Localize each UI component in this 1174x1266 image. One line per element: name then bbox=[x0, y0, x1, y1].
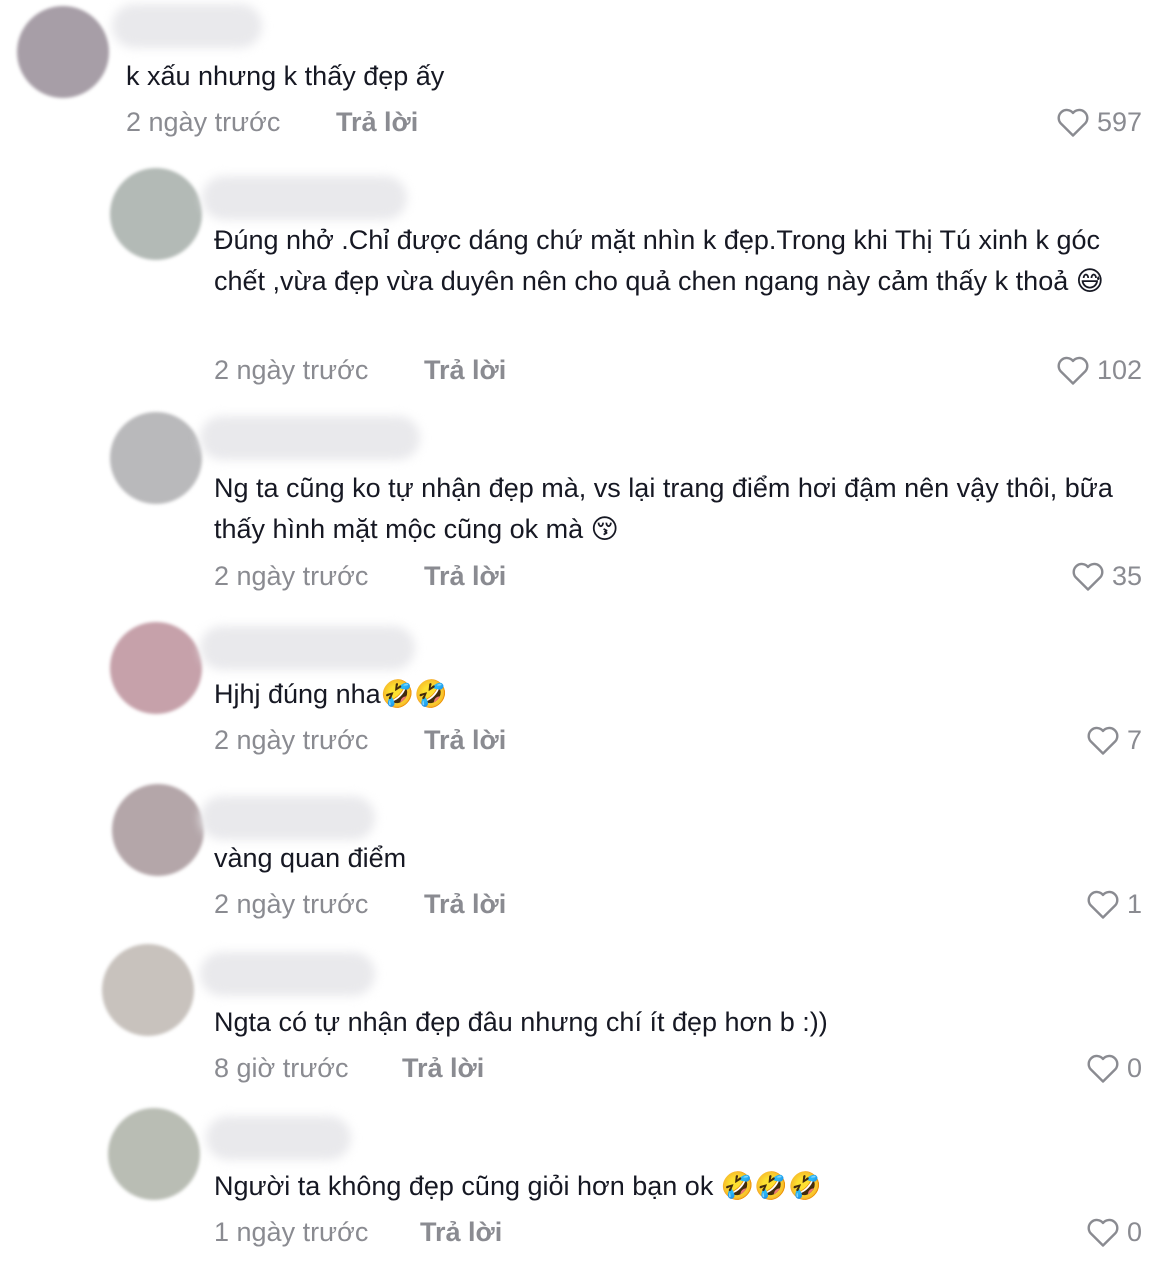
comment-time: 2 ngày trước bbox=[214, 355, 369, 385]
avatar[interactable] bbox=[110, 168, 202, 260]
avatar[interactable] bbox=[102, 944, 194, 1036]
avatar[interactable] bbox=[112, 784, 204, 876]
avatar[interactable] bbox=[110, 622, 202, 714]
reply-button[interactable]: Trả lời bbox=[424, 354, 506, 386]
like-button[interactable]: 0 bbox=[1086, 1050, 1142, 1086]
like-button[interactable]: 35 bbox=[1071, 558, 1142, 594]
like-count: 7 bbox=[1126, 724, 1142, 755]
comment-text: Người ta không đẹp cũng giỏi hơn bạn ok … bbox=[214, 1171, 822, 1201]
username-blurred[interactable] bbox=[200, 626, 415, 670]
like-button[interactable]: 597 bbox=[1056, 104, 1142, 140]
username-blurred[interactable] bbox=[200, 796, 375, 840]
comment-time: 8 giờ trước bbox=[214, 1053, 349, 1083]
reply-button[interactable]: Trả lời bbox=[336, 106, 418, 138]
like-count: 597 bbox=[1096, 106, 1142, 137]
username-blurred[interactable] bbox=[200, 952, 375, 996]
heart-icon bbox=[1087, 1218, 1119, 1247]
comment-text: vàng quan điểm bbox=[214, 843, 407, 873]
heart-icon bbox=[1087, 726, 1119, 755]
comment-text: Đúng nhở .Chỉ được dáng chứ mặt nhìn k đ… bbox=[214, 225, 1104, 296]
heart-icon bbox=[1087, 890, 1119, 919]
avatar[interactable] bbox=[17, 6, 109, 98]
like-button[interactable]: 0 bbox=[1086, 1214, 1142, 1250]
username-blurred[interactable] bbox=[202, 176, 407, 220]
reply-button[interactable]: Trả lời bbox=[402, 1052, 484, 1084]
reply-button[interactable]: Trả lời bbox=[424, 560, 506, 592]
heart-icon bbox=[1057, 108, 1089, 137]
comment-text: k xấu nhưng k thấy đẹp ấy bbox=[126, 61, 445, 91]
heart-icon bbox=[1087, 1054, 1119, 1083]
username-blurred[interactable] bbox=[206, 1116, 351, 1160]
username-blurred[interactable] bbox=[200, 416, 420, 460]
reply-button[interactable]: Trả lời bbox=[424, 888, 506, 920]
avatar[interactable] bbox=[108, 1108, 200, 1200]
comment-time: 2 ngày trước bbox=[214, 725, 369, 755]
like-count: 35 bbox=[1111, 560, 1142, 591]
heart-icon bbox=[1057, 356, 1089, 385]
like-count: 0 bbox=[1126, 1216, 1142, 1247]
heart-icon bbox=[1072, 562, 1104, 591]
comment-time: 2 ngày trước bbox=[214, 561, 369, 591]
like-button[interactable]: 102 bbox=[1056, 352, 1142, 388]
reply-button[interactable]: Trả lời bbox=[420, 1216, 502, 1248]
comment-time: 2 ngày trước bbox=[214, 889, 369, 919]
like-button[interactable]: 1 bbox=[1086, 886, 1142, 922]
comment-text: Ng ta cũng ko tự nhận đẹp mà, vs lại tra… bbox=[214, 473, 1113, 544]
avatar[interactable] bbox=[110, 412, 202, 504]
comment-text: Hjhj đúng nha🤣🤣 bbox=[214, 679, 448, 709]
comment-time: 1 ngày trước bbox=[214, 1217, 369, 1247]
reply-button[interactable]: Trả lời bbox=[424, 724, 506, 756]
username-blurred[interactable] bbox=[112, 4, 262, 48]
like-button[interactable]: 7 bbox=[1086, 722, 1142, 758]
like-count: 1 bbox=[1126, 888, 1142, 919]
comment-time: 2 ngày trước bbox=[126, 107, 281, 137]
like-count: 102 bbox=[1096, 354, 1142, 385]
comment-text: Ngta có tự nhận đẹp đâu nhưng chí ít đẹp… bbox=[214, 1007, 828, 1037]
like-count: 0 bbox=[1126, 1052, 1142, 1083]
